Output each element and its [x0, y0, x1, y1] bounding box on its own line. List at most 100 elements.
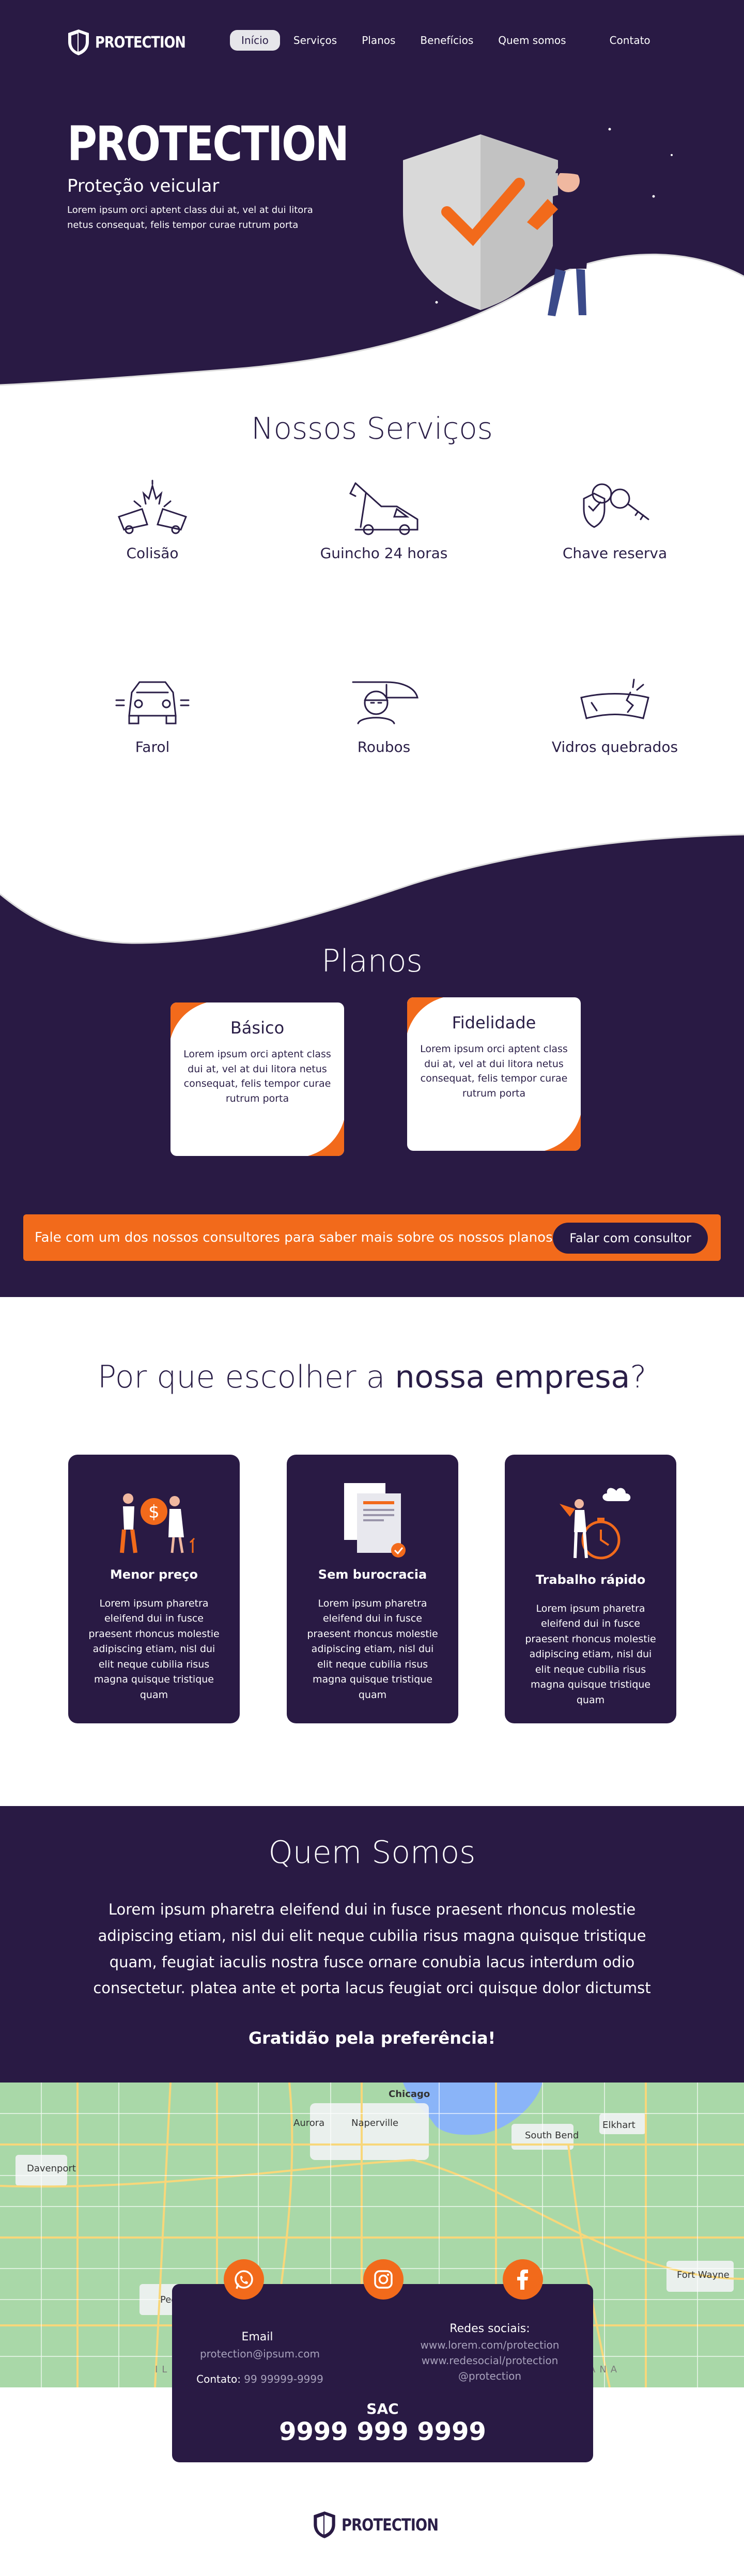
why-title-start: Por que escolher a	[97, 1359, 395, 1395]
service-label: Vidros quebrados	[551, 738, 678, 755]
service-tow-truck[interactable]: Guincho 24 horas	[301, 478, 467, 562]
collision-icon	[118, 480, 187, 534]
social-label: Redes sociais:	[450, 2322, 530, 2335]
social-link[interactable]: @protection	[399, 2370, 580, 2382]
phone-contact: Contato: 99 99999-9999	[182, 2373, 337, 2385]
hero-text: Lorem ipsum orci aptent class dui at, ve…	[67, 205, 313, 230]
instagram-icon	[374, 2270, 393, 2289]
stopwatch-hero-illustration	[560, 1488, 631, 1560]
service-label: Farol	[135, 738, 170, 755]
why-title: Por que escolher a nossa empresa?	[0, 1359, 744, 1395]
service-spare-key[interactable]: Chave reserva	[532, 478, 698, 562]
nav-item-contato[interactable]: Contato	[598, 30, 662, 51]
social-link[interactable]: www.redesocial/protection	[399, 2354, 580, 2367]
nav-item-servicos[interactable]: Serviços	[282, 30, 348, 51]
brand-name: PROTECTION	[95, 33, 186, 52]
sac-label: SAC	[366, 2400, 399, 2417]
page: PROTECTION Início Serviços Planos Benefí…	[0, 0, 744, 2576]
talk-to-consultant-button[interactable]: Falar com consultor	[553, 1223, 708, 1254]
why-card-heading: Menor preço	[110, 1567, 198, 1582]
headlight-icon	[115, 681, 190, 724]
instagram-button[interactable]	[363, 2259, 404, 2300]
shield-person-illustration	[403, 134, 590, 316]
map-label: IL	[155, 2364, 172, 2375]
why-card-description: Lorem ipsum pharetra eleifend dui in fus…	[525, 1603, 656, 1706]
service-collision[interactable]: Colisão	[70, 478, 235, 562]
why-card-heading: Trabalho rápido	[535, 1572, 646, 1587]
footer-logo[interactable]: PROTECTION	[313, 2510, 455, 2539]
about-text: Lorem ipsum pharetra eleifend dui in fus…	[93, 1901, 651, 1997]
theft-icon	[352, 681, 419, 724]
hero-subtitle: Proteção veicular	[67, 176, 220, 196]
about-section: Quem Somos Lorem ipsum pharetra eleifend…	[0, 1806, 744, 2083]
nav-item-inicio[interactable]: Início	[230, 30, 280, 51]
facebook-button[interactable]	[503, 2259, 543, 2300]
nav-item-beneficios[interactable]: Benefícios	[409, 30, 485, 51]
money-people-illustration: $	[120, 1493, 195, 1553]
service-label: Roubos	[357, 738, 411, 755]
hero-title: PROTECTION	[67, 116, 349, 172]
map-label: Naperville	[351, 2118, 399, 2128]
whatsapp-icon	[235, 2270, 253, 2289]
why-card-heading: Sem burocracia	[318, 1567, 427, 1582]
map-label: South Bend	[525, 2130, 579, 2141]
why-title-bold: nossa empresa	[395, 1359, 630, 1395]
main-nav: Início Serviços Planos Benefícios Quem s…	[230, 30, 664, 51]
plans-section: Planos Básico Lorem ipsum orci aptent cl…	[0, 827, 744, 1297]
service-theft[interactable]: Roubos	[301, 672, 467, 755]
contact-card: Email protection@ipsum.com Contato: 99 9…	[172, 2259, 593, 2462]
plans-title: Planos	[321, 943, 423, 979]
spare-key-icon	[583, 483, 649, 528]
card-corner-decoration	[407, 997, 443, 1034]
phone-contact-value: 99 99999-9999	[244, 2373, 323, 2385]
nav-item-planos[interactable]: Planos	[350, 30, 407, 51]
shield-icon	[68, 29, 89, 55]
why-card-description: Lorem ipsum pharetra eleifend dui in fus…	[88, 1598, 220, 1701]
brand-logo[interactable]: PROTECTION	[67, 28, 202, 56]
hero-section: PROTECTION Início Serviços Planos Benefí…	[0, 0, 744, 393]
nav-item-quem-somos[interactable]: Quem somos	[487, 30, 577, 51]
plan-description: Lorem ipsum orci aptent class dui at, ve…	[420, 1043, 568, 1099]
sac-phone[interactable]: 9999 999 9999	[172, 2417, 593, 2446]
shield-icon	[314, 2511, 335, 2538]
social-link[interactable]: www.lorem.com/protection	[399, 2339, 580, 2351]
service-label: Colisão	[126, 545, 179, 562]
map-label: Elkhart	[602, 2120, 636, 2131]
hero-background	[0, 0, 744, 386]
map-label: Aurora	[293, 2118, 325, 2128]
services-title: Nossos Serviços	[251, 411, 493, 446]
why-card-no-bureaucracy: Sem burocracia Lorem ipsum pharetra elei…	[287, 1455, 458, 1723]
plan-card-basico[interactable]: Básico Lorem ipsum orci aptent class dui…	[171, 1002, 344, 1156]
service-label: Chave reserva	[562, 545, 668, 562]
service-label: Guincho 24 horas	[320, 545, 448, 562]
svg-text:$: $	[148, 1502, 160, 1522]
email-value[interactable]: protection@ipsum.com	[182, 2348, 337, 2360]
map-label: Davenport	[27, 2163, 76, 2174]
map-label: Fort Wayne	[677, 2270, 730, 2280]
email-label: Email	[241, 2331, 273, 2343]
documents-illustration	[344, 1483, 406, 1557]
consultant-cta-bar: Fale com um dos nossos consultores para …	[23, 1214, 721, 1261]
map-label: Chicago	[389, 2089, 430, 2100]
card-corner-decoration	[171, 1002, 207, 1039]
phone-contact-label: Contato:	[196, 2373, 241, 2385]
service-headlight[interactable]: Farol	[70, 672, 235, 755]
map-label: ANA	[589, 2364, 622, 2375]
plan-description: Lorem ipsum orci aptent class dui at, ve…	[183, 1048, 331, 1104]
why-title-end: ?	[630, 1359, 647, 1395]
why-card-fast-work: Trabalho rápido Lorem ipsum pharetra ele…	[505, 1455, 676, 1723]
broken-glass-icon	[580, 678, 649, 719]
about-title: Quem Somos	[268, 1834, 476, 1871]
plan-card-fidelidade[interactable]: Fidelidade Lorem ipsum orci aptent class…	[407, 997, 581, 1151]
footer-brand-name: PROTECTION	[342, 2515, 439, 2535]
card-corner-decoration	[308, 1120, 344, 1156]
service-broken-glass[interactable]: Vidros quebrados	[532, 672, 698, 755]
why-card-description: Lorem ipsum pharetra eleifend dui in fus…	[307, 1598, 438, 1701]
cta-text: Fale com um dos nossos consultores para …	[35, 1230, 553, 1245]
why-card-lowest-price: $ Menor preço Lorem ipsum pharetra eleif…	[68, 1455, 240, 1723]
whatsapp-button[interactable]	[224, 2259, 264, 2300]
about-thanks: Gratidão pela preferência!	[248, 2028, 496, 2048]
card-corner-decoration	[545, 1115, 581, 1151]
facebook-icon	[517, 2270, 528, 2290]
tow-truck-icon	[349, 482, 419, 535]
